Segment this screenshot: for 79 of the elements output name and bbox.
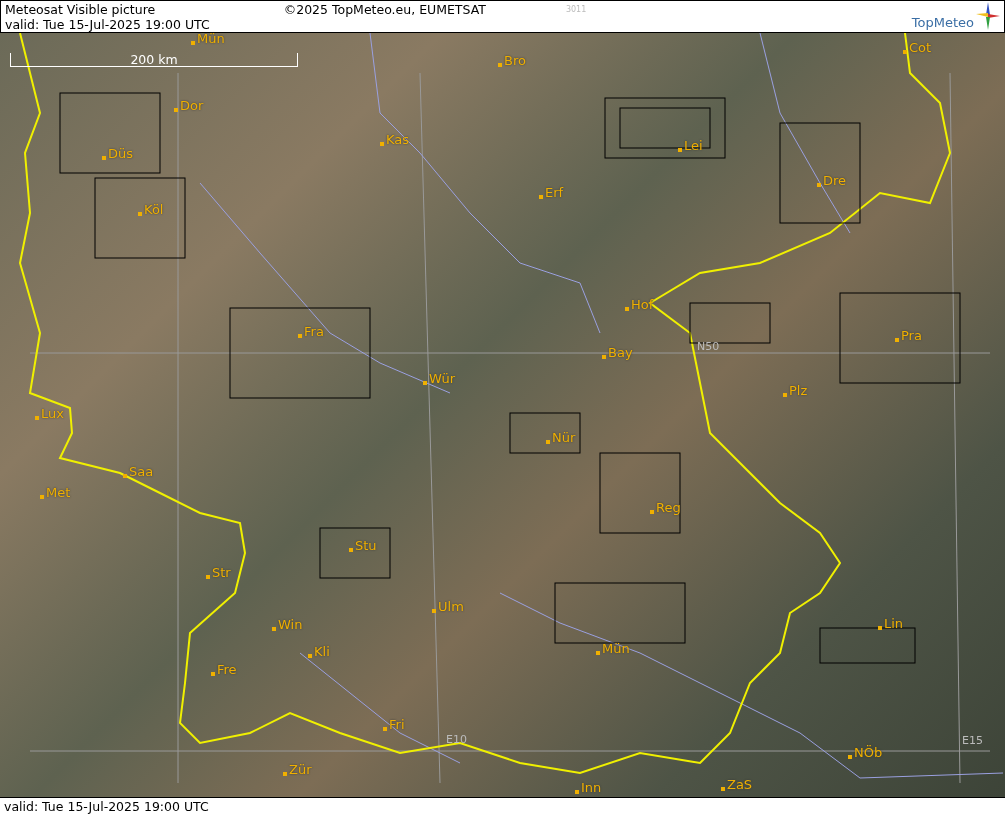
city-label: Dor [180, 98, 204, 113]
city-label: Plz [789, 383, 808, 398]
city-label: Pra [901, 328, 922, 343]
city-marker-icon [783, 393, 787, 397]
grid-label: E15 [962, 734, 983, 747]
city-label: Hof [631, 297, 654, 312]
city-label: Win [278, 617, 303, 632]
city-marker-icon [308, 654, 312, 658]
valid-time: valid: Tue 15-Jul-2025 19:00 UTC [0, 797, 1005, 814]
copyright-text: ©2025 TopMeteo.eu, EUMETSAT [283, 1, 486, 19]
city-marker-icon [546, 440, 550, 444]
city-marker-icon [383, 727, 387, 731]
city-marker-icon [539, 195, 543, 199]
city-marker-icon [272, 627, 276, 631]
city-marker-icon [174, 108, 178, 112]
city-marker-icon [206, 575, 210, 579]
city-label: Met [46, 485, 71, 500]
city-label: Dre [823, 173, 847, 188]
city-label: Düs [108, 146, 134, 161]
city-marker-icon [123, 474, 127, 478]
city-marker-icon [283, 772, 287, 776]
city-marker-icon [380, 142, 384, 146]
city-marker-icon [432, 609, 436, 613]
city-marker-icon [349, 548, 353, 552]
city-label: Bay [608, 345, 633, 360]
city-label: Inn [581, 780, 602, 795]
city-marker-icon [721, 787, 725, 791]
city-marker-icon [602, 355, 606, 359]
city-label: Kas [386, 132, 410, 147]
city-label: ZaS [727, 777, 753, 792]
city-marker-icon [895, 338, 899, 342]
city-label: Köl [144, 202, 164, 217]
city-label: Ulm [438, 599, 464, 614]
city-label: Str [212, 565, 231, 580]
city-label: Fra [304, 324, 324, 339]
city-marker-icon [498, 63, 502, 67]
city-label: Saa [129, 464, 154, 479]
logo-text: TopMeteo [911, 15, 974, 30]
city-label: NÖb [854, 745, 883, 760]
city-marker-icon [848, 755, 852, 759]
city-label: Bro [504, 53, 526, 68]
city-label: Mün [197, 31, 225, 46]
city-label: Mün [602, 641, 630, 656]
valid-time: valid: Tue 15-Jul-2025 19:00 UTC [5, 17, 210, 32]
city-label: Lux [41, 406, 64, 421]
city-marker-icon [423, 381, 427, 385]
city-marker-icon [678, 148, 682, 152]
city-marker-icon [138, 212, 142, 216]
city-marker-icon [35, 416, 39, 420]
city-marker-icon [298, 334, 302, 338]
image-code: 3011 [565, 4, 587, 16]
city-marker-icon [650, 510, 654, 514]
city-label: Zür [289, 762, 312, 777]
city-label: Stu [355, 538, 377, 553]
city-label: Kli [314, 644, 330, 659]
city-label: Fre [217, 662, 237, 677]
city-label: Fri [389, 717, 405, 732]
city-marker-icon [575, 790, 579, 794]
grid-label: N50 [697, 340, 720, 353]
city-label: Lei [684, 138, 703, 153]
product-title: Meteosat Visible picture [5, 2, 157, 17]
city-marker-icon [191, 41, 195, 45]
city-marker-icon [40, 495, 44, 499]
city-label: Cot [909, 40, 932, 55]
grid-label: E10 [446, 733, 467, 746]
city-marker-icon [817, 183, 821, 187]
city-label: Wür [429, 371, 455, 386]
city-label: Reg [656, 500, 681, 515]
city-marker-icon [625, 307, 629, 311]
city-marker-icon [903, 50, 907, 54]
city-marker-icon [878, 626, 882, 630]
city-marker-icon [211, 672, 215, 676]
scale-label: 200 km [130, 53, 178, 66]
city-marker-icon [596, 651, 600, 655]
city-label: Erf [545, 185, 564, 200]
city-label: Lin [884, 616, 904, 631]
compass-star-icon [976, 2, 1000, 30]
city-label: Nür [552, 430, 576, 445]
city-marker-icon [102, 156, 106, 160]
